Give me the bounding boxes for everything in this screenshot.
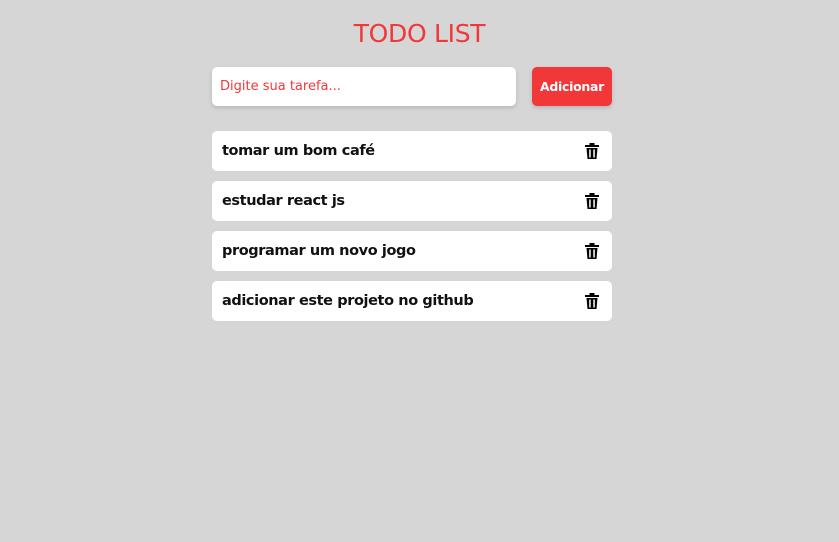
task-input[interactable] xyxy=(212,67,516,106)
task-text: programar um novo jogo xyxy=(222,243,416,259)
task-item: adicionar este projeto no github xyxy=(212,281,612,321)
trash-icon[interactable] xyxy=(583,292,601,310)
task-text: adicionar este projeto no github xyxy=(222,293,474,309)
task-item: tomar um bom café xyxy=(212,131,612,171)
trash-icon[interactable] xyxy=(583,192,601,210)
page-title: TODO LIST xyxy=(353,19,486,48)
trash-icon[interactable] xyxy=(583,142,601,160)
task-item: estudar react js xyxy=(212,181,612,221)
task-text: tomar um bom café xyxy=(222,143,375,159)
add-task-button[interactable]: Adicionar xyxy=(532,67,612,106)
task-item: programar um novo jogo xyxy=(212,231,612,271)
task-list: tomar um bom café estudar react js progr… xyxy=(212,131,612,331)
trash-icon[interactable] xyxy=(583,242,601,260)
task-text: estudar react js xyxy=(222,193,345,209)
